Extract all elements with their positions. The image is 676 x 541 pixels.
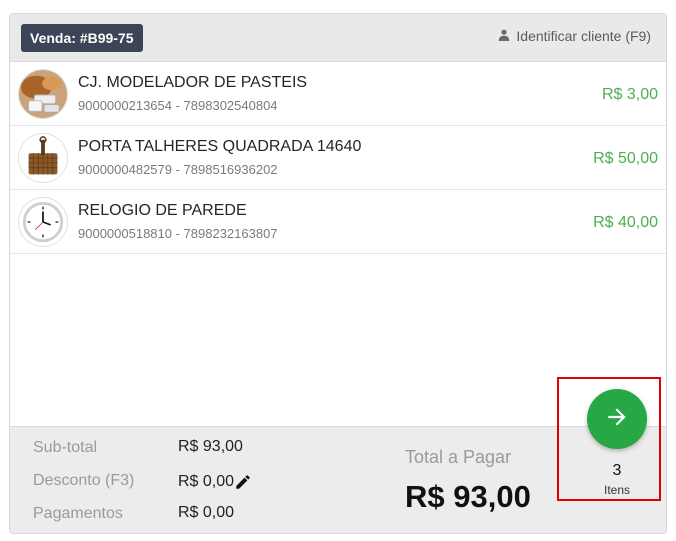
item-price: R$ 3,00 [601,86,658,103]
totals-footer: Sub-total R$ 93,00 Desconto (F3) R$ 0,00… [10,426,666,533]
total-value: R$ 93,00 [405,479,531,514]
item-price: R$ 50,00 [593,150,658,167]
sale-panel: Venda: #B99-75 Identificar cliente (F9) … [9,13,667,534]
item-codes: 9000000482579 - 7898516936202 [78,162,278,177]
sale-id-badge: Venda: #B99-75 [21,24,143,52]
pastry-mold-image [18,69,68,119]
discount-value: R$ 0,00 [178,473,235,490]
subtotal-label: Sub-total [33,439,98,456]
proceed-button[interactable] [587,389,647,449]
wall-clock-image [18,197,68,247]
cutlery-holder-image [18,133,68,183]
arrow-right-icon [604,404,630,435]
cart-item-list: CJ. MODELADOR DE PASTEIS 9000000213654 -… [10,62,666,254]
identify-client-label: Identificar cliente (F9) [516,28,651,44]
item-codes: 9000000213654 - 7898302540804 [78,98,278,113]
item-count: 3 [612,462,622,479]
item-codes: 9000000518810 - 7898232163807 [78,226,278,241]
payments-label: Pagamentos [33,505,123,522]
item-count-label: Itens [603,483,630,497]
item-name: CJ. MODELADOR DE PASTEIS [78,74,308,91]
sale-header: Venda: #B99-75 Identificar cliente (F9) [10,14,666,62]
payments-value: R$ 0,00 [178,504,235,521]
cart-item[interactable]: RELOGIO DE PAREDE 9000000518810 - 789823… [10,190,666,254]
pencil-icon[interactable] [234,473,252,491]
total-label: Total a Pagar [405,447,512,467]
subtotal-value: R$ 93,00 [178,438,243,455]
identify-client-button[interactable]: Identificar cliente (F9) [498,28,651,44]
person-icon [498,28,510,44]
item-name: RELOGIO DE PAREDE [78,202,247,219]
cart-item[interactable]: PORTA TALHERES QUADRADA 14640 9000000482… [10,126,666,190]
discount-label[interactable]: Desconto (F3) [33,472,134,490]
item-name: PORTA TALHERES QUADRADA 14640 [78,138,362,155]
cart-item[interactable]: CJ. MODELADOR DE PASTEIS 9000000213654 -… [10,62,666,126]
item-price: R$ 40,00 [593,214,658,231]
